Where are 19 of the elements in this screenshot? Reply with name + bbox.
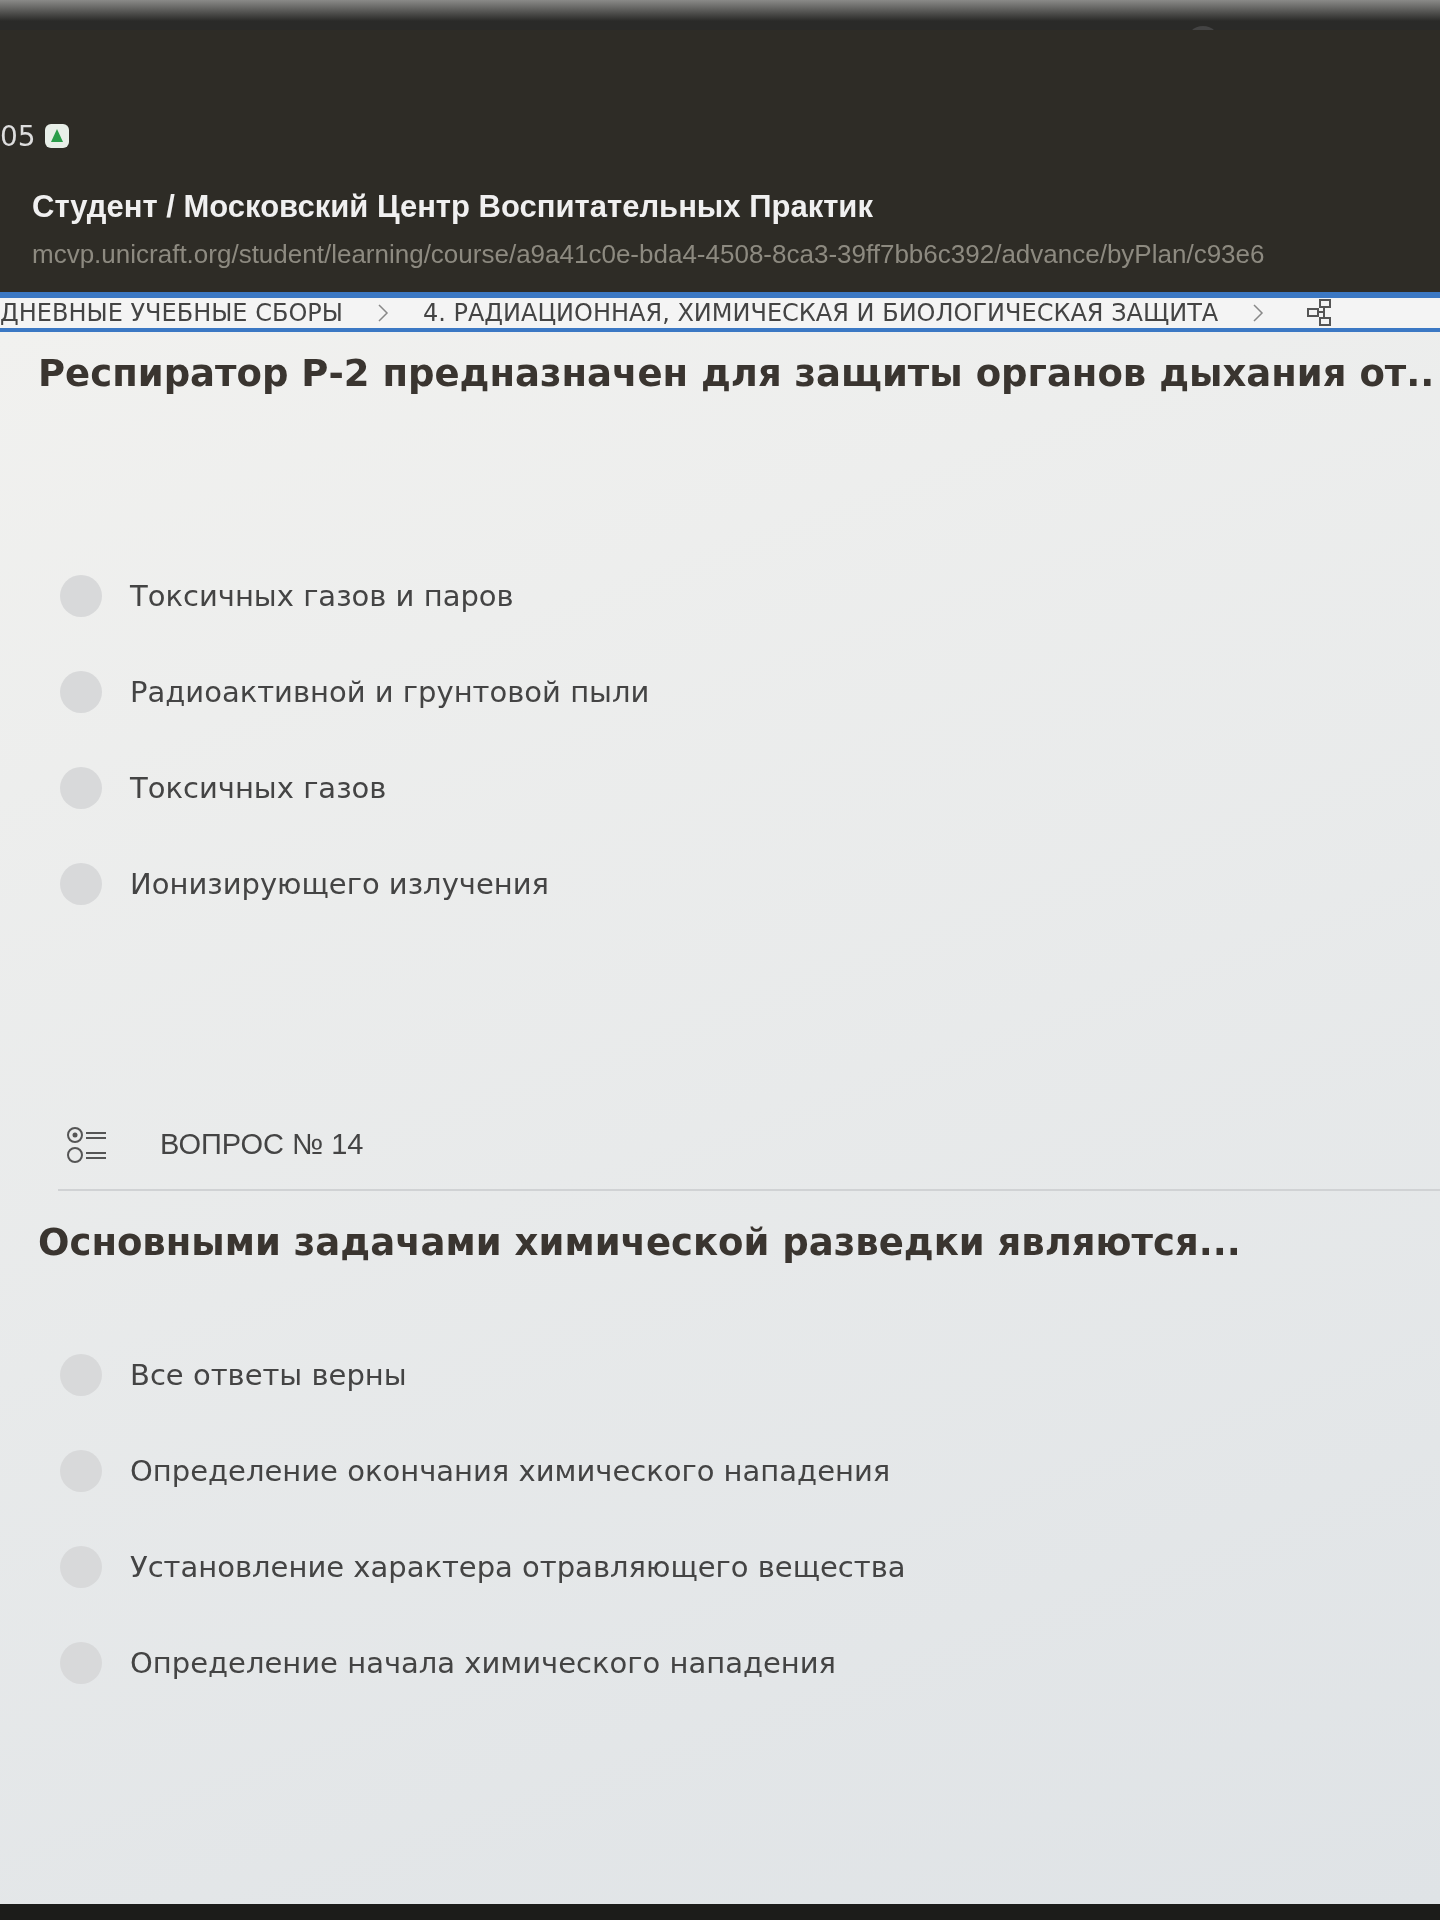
answer-option[interactable]: Радиоактивной и грунтовой пыли [130,674,650,709]
breadcrumb-link[interactable]: ДНЕВНЫЕ УЧЕБНЫЕ СБОРЫ [0,298,343,327]
answer-option[interactable]: Токсичных газов [130,770,387,805]
chevron-right-icon [376,302,389,323]
answer-option[interactable]: Ионизирующего излучения [130,866,550,901]
status-time: 05 [0,119,36,153]
chevron-right-icon [1252,302,1265,323]
breadcrumb-link[interactable]: 4. РАДИАЦИОННАЯ, ХИМИЧЕСКАЯ И БИОЛОГИЧЕСКАЯ ЗАЩИТА [422,298,1219,327]
page-title: Студент / Московский Центр Воспитательных Практик [32,188,874,225]
app-icon [43,123,70,150]
answer-option[interactable]: Все ответы верны [130,1357,407,1392]
question-title: Респиратор Р-2 предназначен для защиты органов дыхания от.. [38,351,1436,395]
question-number: ВОПРОС № 14 [160,1128,364,1162]
answer-option[interactable]: Определение начала химического нападения [130,1645,837,1680]
page-url: mcvp.unicraft.org/student/learning/course/a9a41c0e-bda4-4508-8ca3-39ff7bb6c392/advance/byPlan/c93e6 [32,238,1266,270]
answer-option[interactable]: Установление характера отравляющего вещества [130,1549,906,1584]
answer-option[interactable]: Токсичных газов и паров [130,578,514,613]
answer-option[interactable]: Определение окончания химического нападения [130,1453,891,1488]
question-title: Основными задачами химической разведки являются... [38,1220,1242,1264]
